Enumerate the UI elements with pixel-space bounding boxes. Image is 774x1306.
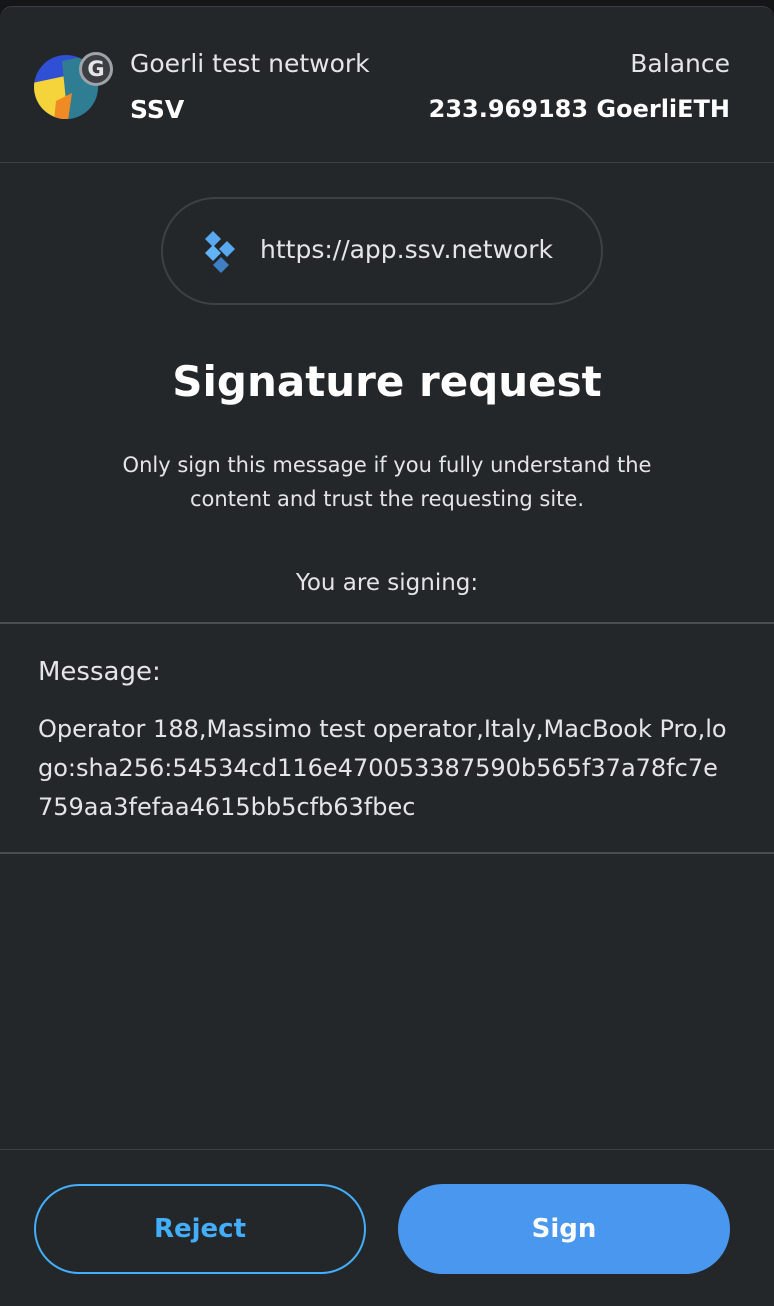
network-name[interactable]: Goerli test network (130, 49, 370, 78)
balance-value: 233.969183 GoerliETH (428, 95, 730, 123)
account-header: G Goerli test network SSV Balance 233.96… (0, 7, 774, 163)
sign-warning-text: Only sign this message if you fully unde… (122, 453, 652, 511)
message-label: Message: (38, 657, 161, 687)
network-badge-icon[interactable]: G (79, 52, 113, 86)
sign-button[interactable]: Sign (398, 1184, 730, 1274)
divider (0, 622, 774, 624)
page-title: Signature request (172, 357, 602, 406)
site-origin-pill: https://app.ssv.network (161, 197, 603, 305)
divider (0, 852, 774, 854)
ssv-logo-icon (205, 231, 235, 273)
balance-label: Balance (630, 49, 730, 78)
footer-divider (0, 1149, 774, 1150)
site-origin-url: https://app.ssv.network (260, 235, 553, 264)
account-name: SSV (130, 95, 185, 124)
reject-button[interactable]: Reject (34, 1184, 366, 1274)
message-text: Operator 188,Massimo test operator,Italy… (38, 715, 727, 821)
signature-request-popup: G Goerli test network SSV Balance 233.96… (0, 6, 774, 1306)
signing-label: You are signing: (295, 570, 479, 596)
